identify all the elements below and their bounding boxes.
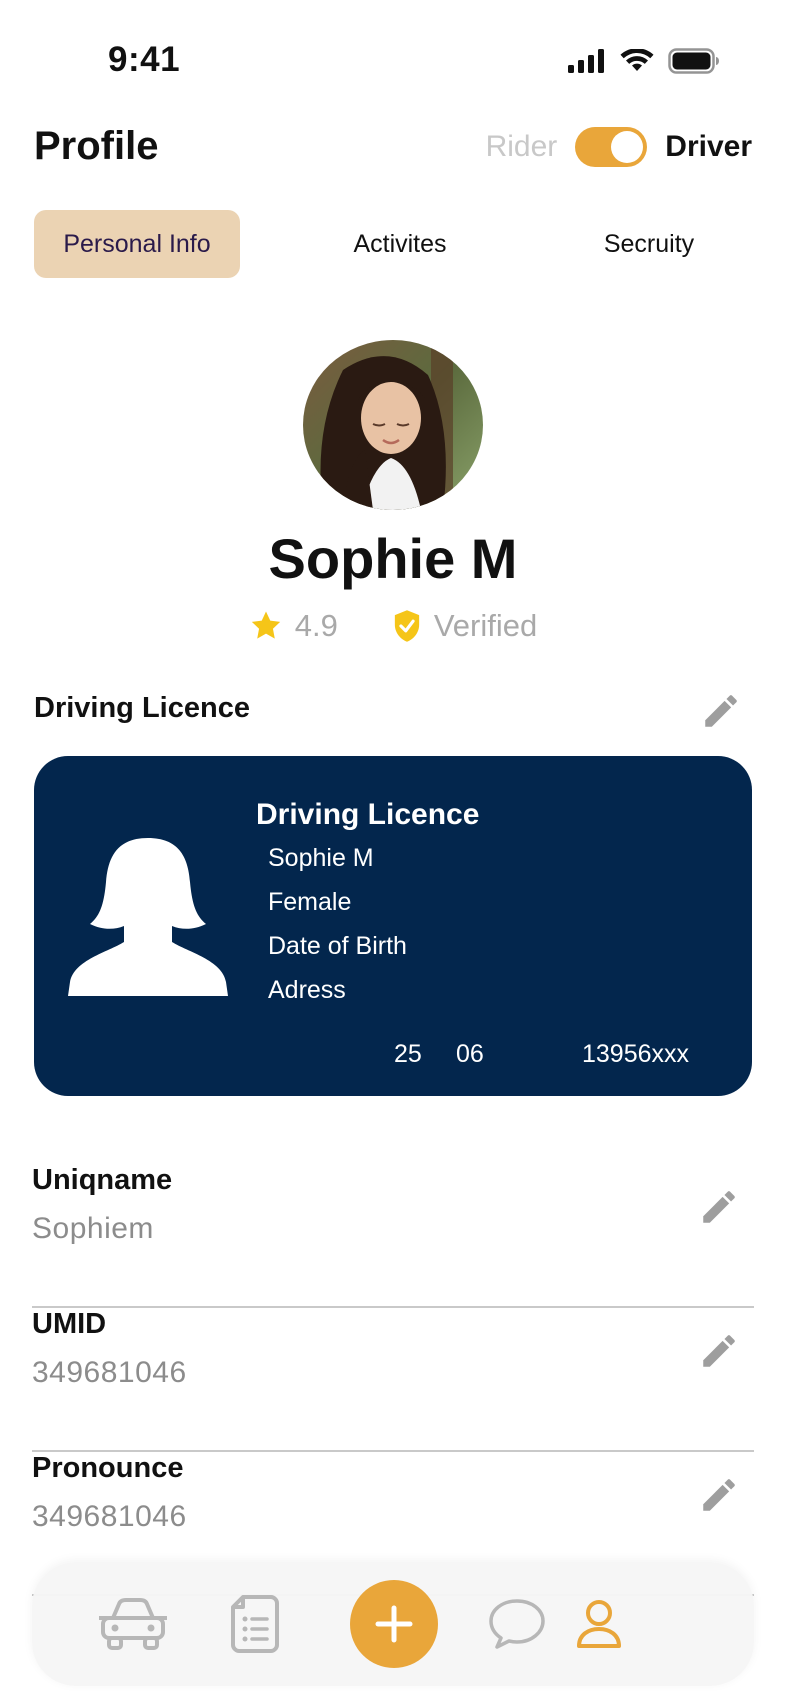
status-icons — [568, 48, 720, 74]
battery-icon — [668, 48, 719, 74]
profile-badges: 4.9 Verified — [0, 608, 786, 644]
profile-icon — [577, 1600, 621, 1648]
verified-label: Verified — [433, 608, 538, 643]
uniqname-label: Uniqname — [32, 1164, 173, 1196]
pronounce-label: Pronounce — [32, 1452, 184, 1484]
rider-mode-label[interactable]: Rider — [486, 130, 558, 164]
bottom-nav — [32, 1562, 754, 1686]
licence-month: 06 — [456, 1040, 484, 1068]
uniqname-value: Sophiem — [32, 1212, 154, 1245]
add-icon — [375, 1605, 413, 1643]
umid-value: 349681046 — [32, 1356, 187, 1389]
licence-gender: Female — [268, 888, 352, 916]
add-button[interactable] — [350, 1580, 438, 1668]
driver-mode-toggle[interactable] — [575, 127, 648, 167]
nav-documents[interactable] — [210, 1562, 300, 1686]
verified-badge: Verified — [392, 608, 537, 644]
umid-row: UMID 349681046 — [32, 1308, 754, 1452]
licence-holder-name: Sophie M — [268, 844, 374, 872]
profile-name: Sophie M — [268, 527, 518, 590]
wifi-icon — [620, 49, 654, 71]
tab-activities[interactable]: Activites — [290, 210, 510, 278]
licence-number: 13956xxx — [582, 1040, 690, 1068]
licence-card-title: Driving Licence — [256, 798, 480, 831]
page-title: Profile — [34, 124, 159, 168]
edit-uniqname-pencil-icon[interactable] — [698, 1186, 740, 1228]
edit-licence-pencil-icon[interactable] — [700, 690, 742, 732]
signal-icon — [568, 49, 604, 73]
verified-shield-icon — [394, 610, 419, 642]
profile-screen: 9:41 Profile Rider Driver Personal Info … — [0, 0, 786, 1704]
driver-mode-label[interactable]: Driver — [665, 130, 752, 164]
nav-rides[interactable] — [88, 1562, 178, 1686]
nav-profile[interactable] — [554, 1562, 644, 1686]
uniqname-row: Uniqname Sophiem — [32, 1164, 754, 1308]
toggle-knob — [611, 131, 644, 163]
document-list-icon — [231, 1595, 279, 1653]
avatar-photo — [303, 340, 483, 510]
nav-messages[interactable] — [472, 1562, 562, 1686]
edit-pronounce-pencil-icon[interactable] — [698, 1474, 740, 1516]
rating-value: 4.9 — [294, 608, 338, 643]
avatar[interactable] — [303, 340, 483, 510]
tab-personal-info[interactable]: Personal Info — [34, 210, 240, 278]
person-silhouette-icon — [68, 838, 228, 996]
chat-bubble-icon — [489, 1599, 545, 1649]
licence-dob-label: Date of Birth — [268, 932, 407, 960]
rider-driver-switch: Rider Driver — [486, 127, 752, 167]
driving-licence-heading: Driving Licence — [34, 692, 250, 724]
profile-tabs: Personal Info Activites Secruity — [34, 210, 752, 278]
edit-umid-pencil-icon[interactable] — [698, 1330, 740, 1372]
status-bar: 9:41 — [0, 0, 786, 120]
tab-security[interactable]: Secruity — [546, 210, 752, 278]
car-icon — [99, 1598, 167, 1650]
licence-day: 25 — [394, 1040, 422, 1068]
pronounce-value: 349681046 — [32, 1500, 187, 1533]
driving-licence-card[interactable]: Driving Licence Sophie M Female Date of … — [34, 756, 752, 1096]
status-time: 9:41 — [108, 40, 181, 79]
rating-badge: 4.9 — [249, 608, 338, 644]
umid-label: UMID — [32, 1308, 107, 1340]
star-icon — [251, 611, 280, 639]
licence-address-label: Adress — [268, 976, 346, 1004]
